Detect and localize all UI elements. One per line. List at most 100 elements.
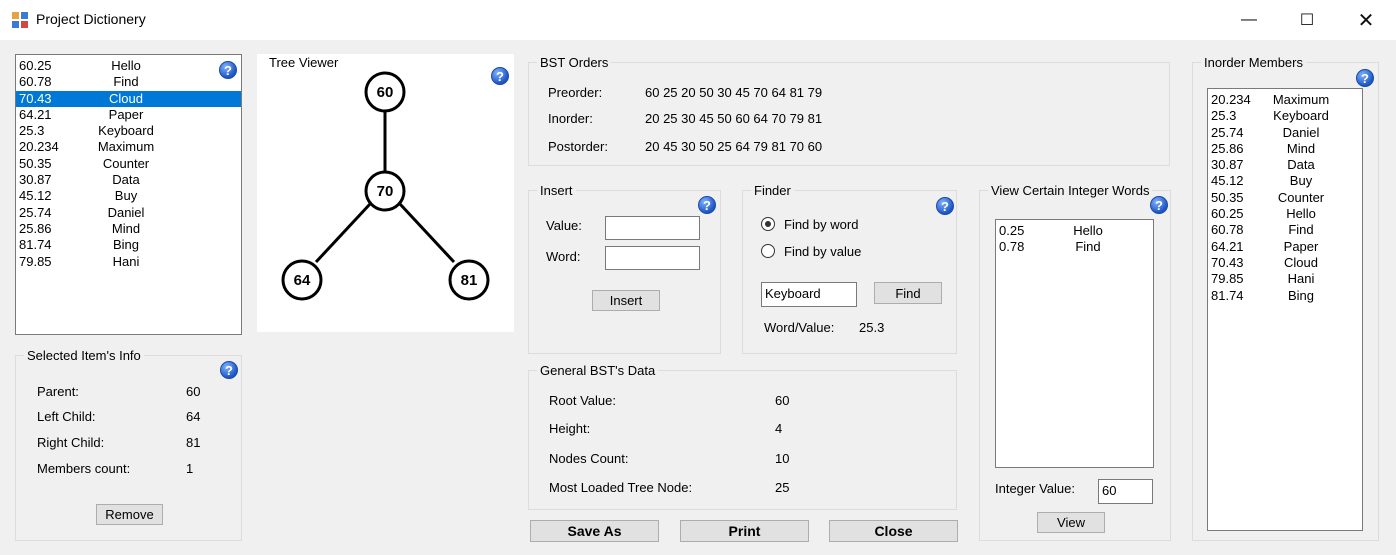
list-item-word: Maximum [1272,92,1330,107]
tree-canvas: 60 70 64 81 [281,71,490,301]
list-item-word: Maximum [97,139,155,155]
height-label: Height: [549,421,591,436]
list-item[interactable]: 70.43 Cloud [1208,255,1362,271]
parent-value: 60 [186,384,201,399]
list-item[interactable]: 25.74 Daniel [1208,125,1362,141]
left-child-value: 64 [186,409,201,424]
selected-info-group: Selected Item's Info ? Parent: 60 Left C… [15,348,242,541]
right-child-value: 81 [186,435,201,450]
insert-button[interactable]: Insert [592,290,660,311]
list-item[interactable]: 50.35 Counter [1208,190,1362,206]
list-item[interactable]: 25.3 Keyboard [16,123,241,139]
nodes-count-label: Nodes Count: [549,451,629,466]
list-item[interactable]: 64.21 Paper [16,107,241,123]
close-button[interactable]: Close [829,520,958,542]
list-item-value: 45.12 [1211,173,1244,189]
list-item[interactable]: 20.234 Maximum [1208,92,1362,108]
find-by-value-radio[interactable] [761,244,775,258]
list-item[interactable]: 81.74 Bing [1208,288,1362,304]
list-item[interactable]: 81.74 Bing [16,237,241,253]
parent-label: Parent: [37,384,79,399]
finder-query-input[interactable]: Keyboard [761,282,857,307]
integer-words-list[interactable]: 0.25 Hello 0.78 Find [995,219,1154,468]
height-value: 4 [775,421,783,436]
close-icon: ✕ [1357,9,1375,32]
main-word-list[interactable]: 60.25 Hello 60.78 Find 70.43 Cloud 64.21 Paper 2… [15,54,242,335]
list-item[interactable]: 64.21 Paper [1208,239,1362,255]
list-item-word: Find [1075,239,1101,255]
nodes-count-value: 10 [775,451,790,466]
list-item[interactable]: 0.78 Find [996,239,1153,255]
postorder-value: 20 45 30 50 25 64 79 81 70 60 [645,139,823,154]
list-item[interactable]: 25.74 Daniel [16,205,241,221]
list-item[interactable]: 45.12 Buy [16,188,241,204]
list-item-value: 60.78 [19,74,52,90]
list-item[interactable]: 60.78 Find [16,74,241,90]
list-item[interactable]: 0.25 Hello [996,223,1153,239]
list-item-word: Bing [112,237,140,253]
tree-node-81-label: 81 [461,272,478,289]
find-by-value-label[interactable]: Find by value [784,244,861,259]
inorder-members-help-icon[interactable]: ? [1356,69,1374,87]
inorder-members-list[interactable]: 20.234 Maximum 25.3 Keyboard 25.74 Daniel 25.8… [1207,88,1363,531]
list-item-word: Paper [1283,238,1319,254]
find-by-word-label[interactable]: Find by word [784,217,858,232]
integer-value-input[interactable]: 60 [1098,479,1153,504]
list-item[interactable]: 30.87 Data [16,172,241,188]
selected-info-help-icon[interactable]: ? [220,361,238,379]
list-item-value: 30.87 [19,172,52,188]
app-icon [12,12,28,28]
list-item-word: Hani [112,253,140,269]
list-item[interactable]: 70.43 Cloud [16,90,241,107]
finder-group: Finder ? Find by word Find by value Keyb… [742,183,957,354]
title-bar: Project Dictionery — ☐ ✕ [0,0,1396,40]
list-item-value: 25.74 [19,204,52,220]
integer-value-label: Integer Value: [995,481,1075,496]
remove-button[interactable]: Remove [96,504,163,525]
list-item[interactable]: 60.25 Hello [1208,206,1362,222]
list-item-value: 20.234 [19,139,59,155]
list-item[interactable]: 25.3 Keyboard [1208,108,1362,124]
list-item-word: Daniel [107,204,145,220]
right-child-label: Right Child: [37,435,105,450]
list-item[interactable]: 50.35 Counter [16,156,241,172]
print-button[interactable]: Print [680,520,809,542]
find-button[interactable]: Find [874,282,942,304]
finder-help-icon[interactable]: ? [936,197,954,215]
list-item[interactable]: 20.234 Maximum [16,139,241,155]
main-list-help-icon[interactable]: ? [219,61,237,79]
view-button[interactable]: View [1037,512,1105,533]
list-item-value: 81.74 [19,237,52,253]
list-item[interactable]: 45.12 Buy [1208,173,1362,189]
tree-node-60-label: 60 [377,84,394,101]
inorder-members-title: Inorder Members [1201,55,1306,70]
list-item-word: Mind [111,220,141,236]
list-item-value: 45.12 [19,188,52,204]
minimize-button[interactable]: — [1220,0,1278,40]
maximize-button[interactable]: ☐ [1278,0,1336,40]
insert-value-input[interactable] [605,216,700,240]
list-item[interactable]: 79.85 Hani [1208,271,1362,287]
tree-node-64-label: 64 [294,272,311,289]
root-value-label: Root Value: [549,393,616,408]
list-item-word: Counter [102,155,150,171]
list-item[interactable]: 79.85 Hani [16,254,241,270]
find-by-word-radio[interactable] [761,217,775,231]
insert-word-input[interactable] [605,246,700,270]
list-item[interactable]: 25.86 Mind [1208,141,1362,157]
list-item-word: Counter [1277,189,1325,205]
list-item-value: 60.25 [1211,206,1244,222]
integer-words-help-icon[interactable]: ? [1150,196,1168,214]
list-item[interactable]: 25.86 Mind [16,221,241,237]
list-item-value: 25.86 [19,220,52,236]
list-item[interactable]: 30.87 Data [1208,157,1362,173]
list-item[interactable]: 60.25 Hello [16,58,241,74]
insert-help-icon[interactable]: ? [698,196,716,214]
close-window-button[interactable]: ✕ [1337,0,1395,40]
list-item-word: Hani [1287,271,1315,287]
list-item[interactable]: 60.78 Find [1208,222,1362,238]
list-item-value: 50.35 [1211,189,1244,205]
list-item-word: Bing [1287,287,1315,303]
list-item-word: Find [1288,222,1314,238]
save-as-button[interactable]: Save As [530,520,659,542]
